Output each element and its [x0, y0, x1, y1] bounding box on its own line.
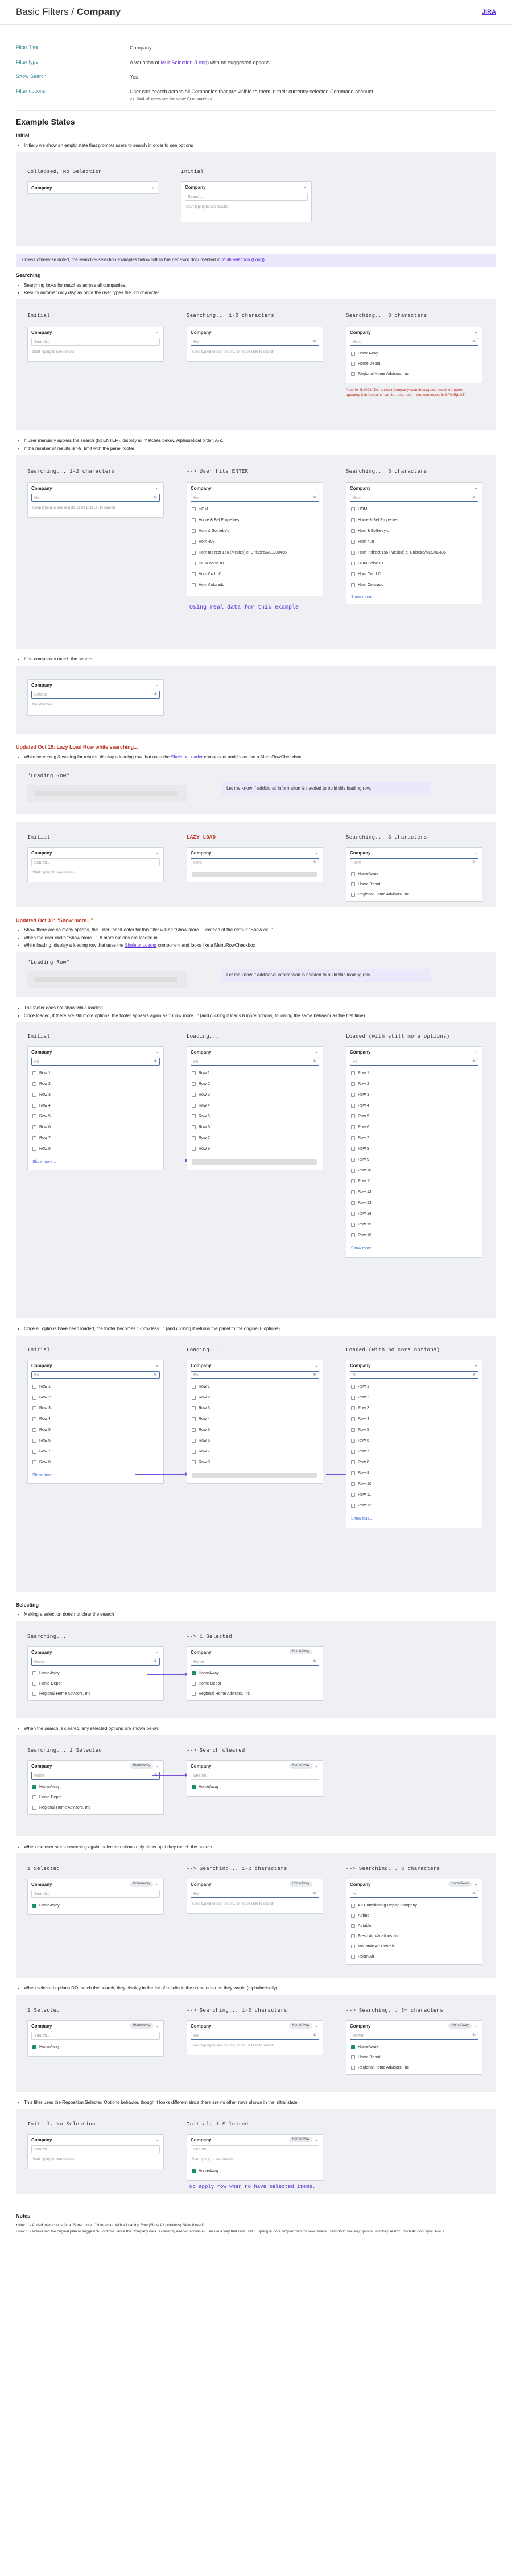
lazy-load-panel: Initial Company ⌄ Search... Start typing to…: [16, 821, 496, 907]
company-filter-collapsed[interactable]: Company ›: [27, 181, 158, 195]
select-panel: Searching... Company ⌄ Home ⊗ HomeAway Home…: [16, 1621, 496, 1718]
show-less-link[interactable]: Show less...: [351, 1516, 373, 1521]
search-input[interactable]: Search...: [185, 193, 308, 201]
filter-meta: Filter Title Company Filter type A variati…: [16, 44, 375, 102]
jira-link[interactable]: JIRA: [482, 8, 496, 16]
page-header: Basic Filters / Company JIRA: [0, 0, 512, 25]
example-states-heading: Example States: [16, 117, 75, 127]
enter-search-panel: Searching... 1-2 characters Company ⌄ Ho ⊗…: [16, 455, 496, 649]
page-title: Basic Filters / Company: [16, 6, 121, 18]
no-results-panel: Company ⌄ Cotops ⊗ No Matches: [16, 666, 496, 734]
note-banner: Unless otherwise noted, the search & sel…: [16, 254, 496, 267]
company-filter-panel: Company ⌄ Search... Start typing to see r…: [181, 181, 312, 223]
loading-row-panel: "Loading Row" Let me know if additional …: [16, 763, 496, 814]
enter-results: Company ⌄ Ho ⊗ HOM Home & Bel Properties H…: [187, 482, 323, 597]
show-more-panel: Initial Company ⌄ Fo ⊗ Row 1 Row 2 Row 3 Ro…: [16, 1022, 496, 1319]
no-matches-text: No Matches: [32, 703, 52, 707]
show-more-link[interactable]: Show more...: [351, 595, 374, 600]
skeleton-loader: [35, 790, 177, 796]
searching-panel: Initial Company ⌄ Search... Start typing t…: [16, 299, 496, 431]
multiselection-link[interactable]: MultiSelection (Long): [161, 60, 209, 65]
initial-panel: Collapsed, No Selection Company › Initial…: [16, 152, 496, 246]
show-less-panel: Initial Company ⌄ Fo ⊗ Row 1 Row 2 Row 3 Ro…: [16, 1335, 496, 1592]
breadcrumb[interactable]: Basic Filters: [16, 6, 69, 17]
